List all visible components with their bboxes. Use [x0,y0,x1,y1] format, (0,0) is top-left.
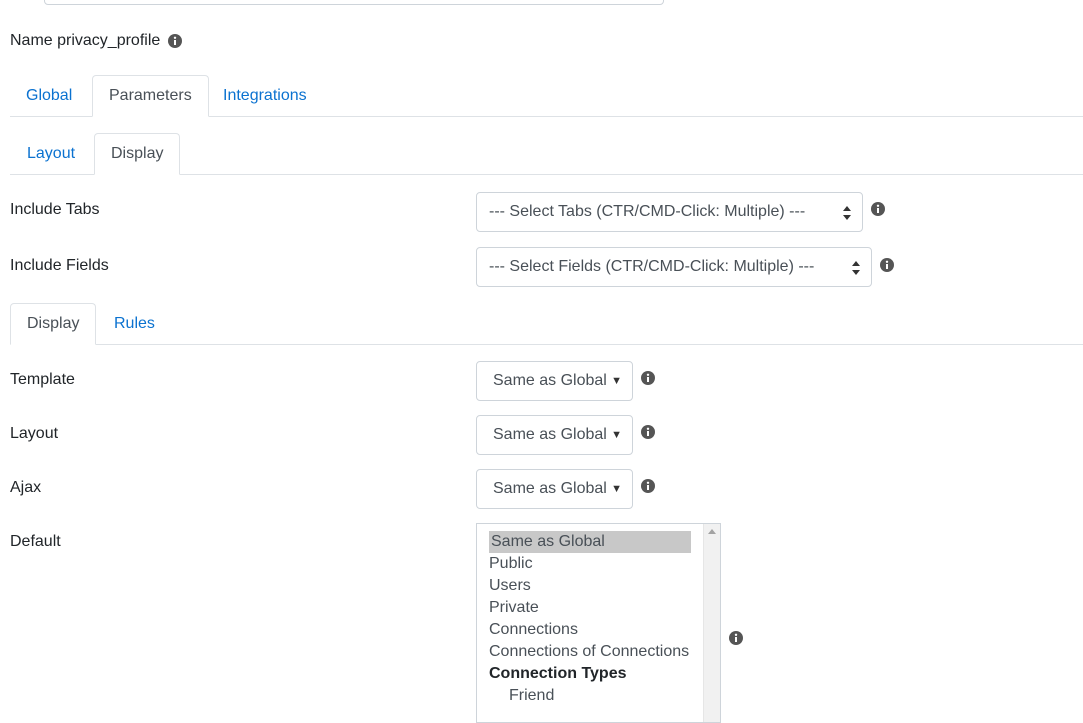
tab-parameters[interactable]: Parameters [92,75,209,117]
name-row: Name privacy_profile [10,31,183,51]
listbox-option[interactable]: Connections of Connections [489,641,689,663]
listbox-option[interactable]: Friend [509,685,554,707]
name-label: Name privacy_profile [10,32,161,49]
layout-label: Layout [10,425,59,442]
listbox-group-label: Connection Types [489,665,627,682]
include-fields-value: --- Select Fields (CTR/CMD-Click: Multip… [489,258,815,275]
tab-display-inner[interactable]: Display [10,303,97,345]
layout-info-icon[interactable] [641,425,655,439]
default-info-icon[interactable] [729,631,743,645]
tab-layout[interactable]: Layout [11,133,91,175]
template-select[interactable]: Same as Global ▼ [476,361,633,401]
listbox-option[interactable]: Private [489,597,539,619]
listbox-option[interactable]: Public [489,553,533,575]
caret-down-icon: ▼ [611,483,622,495]
layout-select[interactable]: Same as Global ▼ [476,415,633,455]
listbox-scrollbar[interactable] [703,524,720,722]
updown-arrow-icon [852,261,860,275]
ajax-value: Same as Global [493,480,607,497]
template-value: Same as Global [493,372,607,389]
sub-tabs: Layout Display [10,133,1083,175]
include-tabs-select[interactable]: --- Select Tabs (CTR/CMD-Click: Multiple… [476,192,863,232]
include-fields-info-icon[interactable] [880,258,894,272]
info-icon[interactable] [168,34,183,48]
listbox-option[interactable]: Users [489,575,531,597]
template-info-icon[interactable] [641,371,655,385]
include-tabs-label: Include Tabs [10,201,100,218]
tab-global[interactable]: Global [10,75,88,117]
include-fields-label: Include Fields [10,257,109,274]
layout-value: Same as Global [493,426,607,443]
display-rules-tabs: Display Rules [10,303,1083,345]
include-fields-select[interactable]: --- Select Fields (CTR/CMD-Click: Multip… [476,247,872,287]
updown-arrow-icon [843,206,851,220]
include-tabs-value: --- Select Tabs (CTR/CMD-Click: Multiple… [489,203,806,220]
default-label: Default [10,533,61,550]
tab-integrations[interactable]: Integrations [207,75,323,117]
include-tabs-info-icon[interactable] [871,202,885,216]
main-tabs: Global Parameters Integrations [10,75,1083,117]
ajax-label: Ajax [10,479,42,496]
caret-down-icon: ▼ [611,429,622,441]
listbox-option[interactable]: Same as Global [489,531,691,553]
default-listbox[interactable]: Same as Global Public Users Private Conn… [476,523,721,723]
scroll-up-arrow-icon[interactable] [708,529,716,534]
ajax-select[interactable]: Same as Global ▼ [476,469,633,509]
top-text-input[interactable] [44,0,664,5]
tab-rules[interactable]: Rules [98,303,171,345]
listbox-option[interactable]: Connections [489,619,578,641]
template-label: Template [10,371,75,388]
tab-display[interactable]: Display [94,133,181,175]
caret-down-icon: ▼ [611,375,622,387]
ajax-info-icon[interactable] [641,479,655,493]
